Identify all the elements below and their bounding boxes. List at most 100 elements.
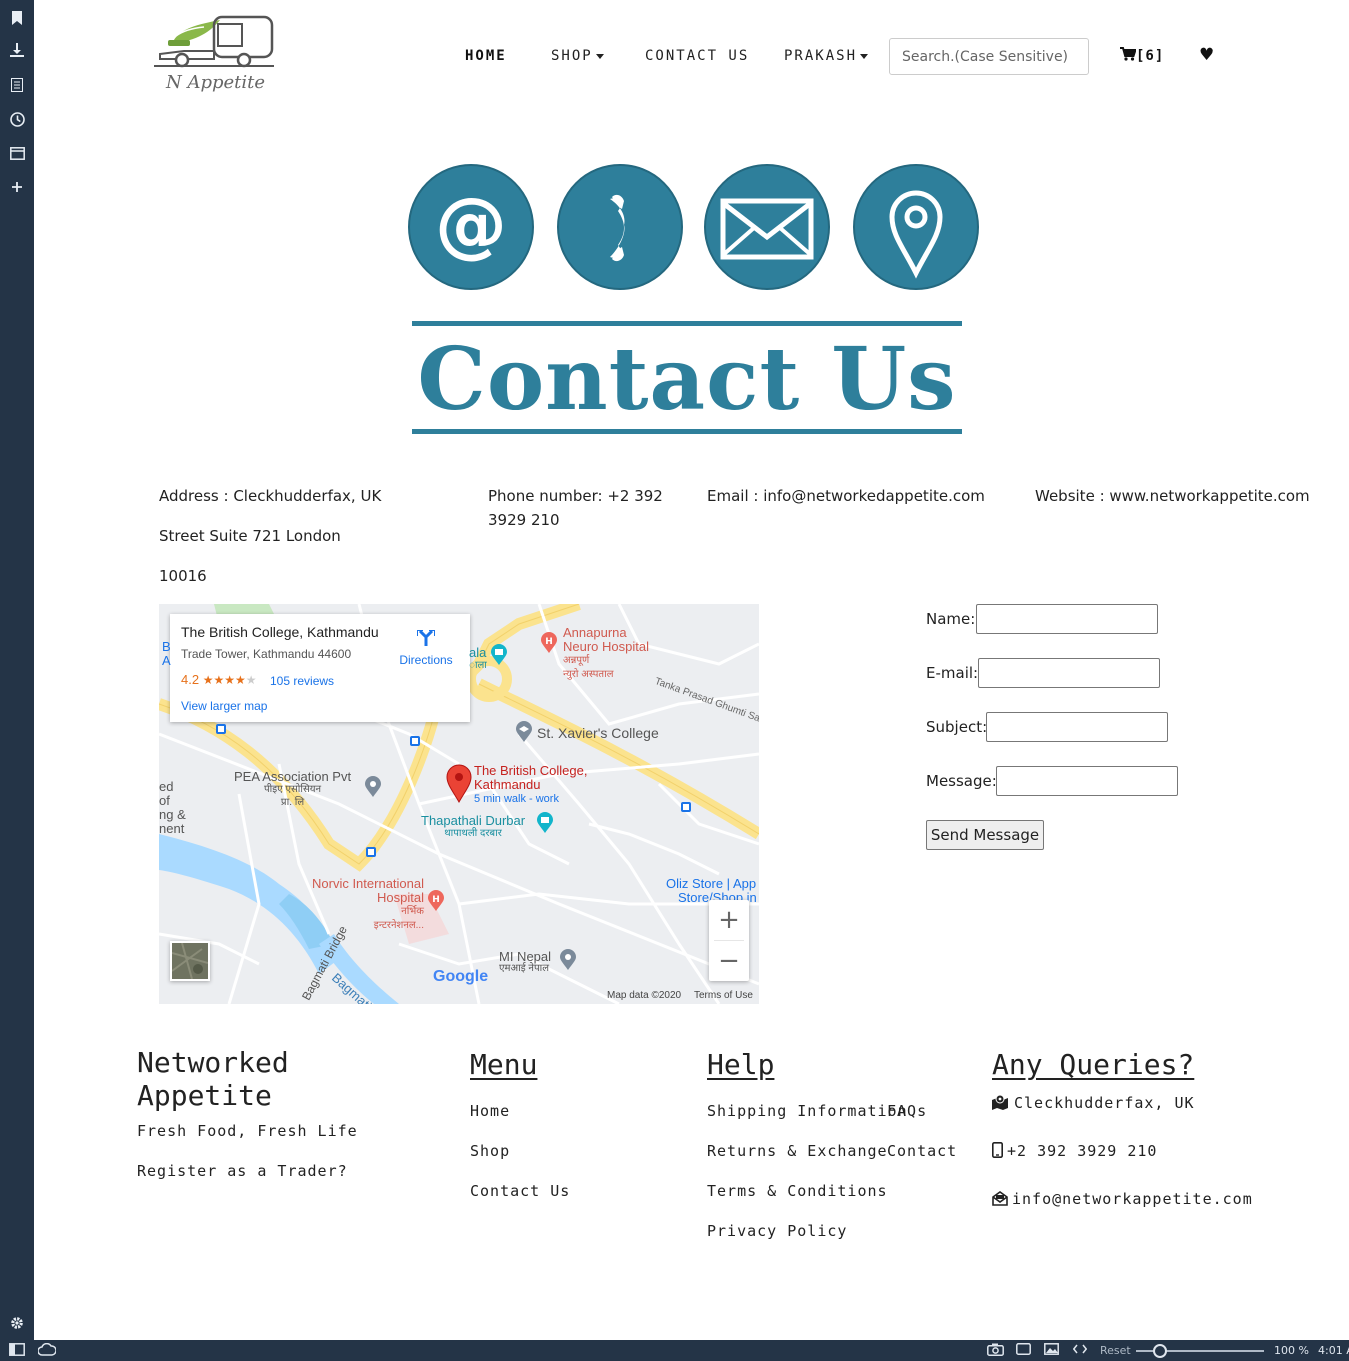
send-message-button[interactable]: Send Message bbox=[926, 820, 1044, 850]
message-input[interactable] bbox=[996, 766, 1178, 796]
nav-shop[interactable]: SHOP bbox=[551, 48, 604, 64]
footer-help-privacy[interactable]: Privacy Policy bbox=[707, 1222, 847, 1240]
history-icon[interactable] bbox=[0, 107, 34, 131]
add-icon[interactable] bbox=[0, 175, 34, 199]
label-norvic-line-3: नर्भिक bbox=[401, 906, 424, 917]
image-toggle-icon[interactable] bbox=[1044, 1343, 1059, 1358]
label-pea: PEA Association Pvt पीइए एसोसियन प्रा. ल… bbox=[234, 770, 351, 809]
website-info: Website : www.networkappetite.com bbox=[1035, 487, 1310, 505]
label-annapurna-line-2: Neuro Hospital bbox=[563, 639, 649, 654]
zoom-slider-handle[interactable] bbox=[1153, 1344, 1167, 1358]
footer-queries-title: Any Queries? bbox=[992, 1048, 1195, 1081]
register-trader-link[interactable]: Register as a Trader? bbox=[137, 1162, 348, 1180]
bus-stop-icon bbox=[410, 736, 420, 746]
footer-help-faqs[interactable]: FAQs bbox=[887, 1102, 927, 1120]
bookmark-icon[interactable] bbox=[0, 6, 34, 30]
satellite-toggle[interactable] bbox=[170, 941, 210, 981]
nav-home[interactable]: HOME bbox=[465, 48, 507, 64]
nav-shop-label: SHOP bbox=[551, 48, 593, 64]
footer-brand-line-1: Networked bbox=[137, 1046, 289, 1079]
label-left-line-3: ng & bbox=[159, 807, 186, 822]
place-info-card: The British College, Kathmandu Trade Tow… bbox=[170, 614, 470, 722]
logo-text: N Appetite bbox=[166, 72, 266, 93]
nav-user-menu[interactable]: PRAKASH bbox=[784, 48, 869, 64]
label-pea-line-2: पीइए एसोसियन bbox=[264, 784, 322, 795]
download-icon[interactable] bbox=[0, 38, 34, 62]
camera-icon[interactable] bbox=[987, 1343, 1004, 1358]
zoom-in-button[interactable]: + bbox=[709, 900, 749, 940]
window-mode-icon[interactable] bbox=[1016, 1343, 1031, 1358]
label-ala-line-2: ाला bbox=[469, 660, 487, 671]
subject-input[interactable] bbox=[986, 712, 1168, 742]
label-left-a: A bbox=[162, 653, 171, 668]
mobile-phone-icon bbox=[992, 1142, 1003, 1158]
terms-of-use-link[interactable]: Terms of Use bbox=[694, 990, 753, 1001]
settings-icon[interactable] bbox=[0, 1311, 34, 1335]
red-map-pin-icon[interactable] bbox=[444, 764, 474, 804]
caret-down-icon bbox=[595, 53, 604, 59]
zoom-level: 100 % bbox=[1274, 1344, 1309, 1357]
zoom-control: + − bbox=[709, 900, 749, 981]
footer-query-address-text: Cleckhudderfax, UK bbox=[1014, 1094, 1195, 1112]
message-label: Message: bbox=[926, 772, 997, 790]
label-norvic: Norvic International Hospital नर्भिक इन्… bbox=[302, 877, 424, 933]
search-input[interactable] bbox=[889, 38, 1089, 75]
subject-label: Subject: bbox=[926, 718, 988, 736]
cart-icon bbox=[1120, 47, 1137, 61]
landmark-pin-icon-2 bbox=[537, 812, 553, 833]
footer-menu-shop[interactable]: Shop bbox=[470, 1142, 510, 1160]
google-map[interactable]: The British College, Kathmandu Trade Tow… bbox=[159, 604, 759, 1004]
landmark-pin-icon bbox=[491, 644, 507, 665]
footer-help-shipping[interactable]: Shipping Information bbox=[707, 1102, 908, 1120]
cart-count: [6] bbox=[1136, 48, 1165, 64]
footer-help-terms[interactable]: Terms & Conditions bbox=[707, 1182, 888, 1200]
place-address: Trade Tower, Kathmandu 44600 bbox=[181, 647, 352, 661]
phone-line-2: 3929 210 bbox=[488, 511, 560, 529]
footer-query-phone-text: +2 392 3929 210 bbox=[1007, 1142, 1158, 1160]
panel-toggle-icon[interactable] bbox=[9, 1343, 25, 1358]
name-input[interactable] bbox=[976, 604, 1158, 634]
label-annapurna-line-4: न्युरो अस्पताल bbox=[563, 669, 614, 680]
envelope-open-icon bbox=[992, 1191, 1008, 1206]
caret-down-icon bbox=[860, 53, 869, 59]
notes-icon[interactable] bbox=[0, 73, 34, 97]
wishlist-heart-icon[interactable]: ♥ bbox=[1199, 45, 1214, 65]
label-left-edge: ed of ng & nent bbox=[159, 780, 186, 836]
title-divider-bottom bbox=[412, 429, 962, 434]
footer-menu-contact[interactable]: Contact Us bbox=[470, 1182, 570, 1200]
footer-help-title: Help bbox=[707, 1048, 775, 1081]
cloud-sync-icon[interactable] bbox=[37, 1342, 57, 1358]
rating-value: 4.2 bbox=[181, 672, 200, 687]
view-larger-map-link[interactable]: View larger map bbox=[181, 699, 267, 713]
label-norvic-line-1: Norvic International bbox=[312, 876, 424, 891]
nav-contact[interactable]: CONTACT US bbox=[645, 48, 749, 64]
page: N Appetite HOME SHOP CONTACT US PRAKASH … bbox=[0, 0, 1349, 1361]
logo[interactable]: N Appetite bbox=[154, 14, 278, 100]
footer-help-contact[interactable]: Contact bbox=[887, 1142, 957, 1160]
label-ala-line-1: ala bbox=[469, 645, 487, 660]
footer-query-phone: +2 392 3929 210 bbox=[992, 1142, 1157, 1160]
footer-help-returns[interactable]: Returns & Exchange bbox=[707, 1142, 888, 1160]
zoom-out-button[interactable]: − bbox=[709, 941, 749, 981]
reviews-link[interactable]: 105 reviews bbox=[270, 674, 334, 688]
directions-button[interactable]: Directions bbox=[396, 628, 456, 667]
page-title: Contact Us bbox=[417, 329, 957, 430]
nav-user-label: PRAKASH bbox=[784, 48, 858, 64]
label-pea-line-1: PEA Association Pvt bbox=[234, 769, 352, 784]
cart-button[interactable]: [6] bbox=[1120, 47, 1164, 64]
business-pin-icon bbox=[365, 776, 381, 797]
code-icon[interactable] bbox=[1072, 1343, 1088, 1358]
label-thapathali-line-2: थापाथली दरबार bbox=[444, 828, 502, 839]
rating-stars: ★★★★ bbox=[202, 673, 246, 687]
email-input[interactable] bbox=[978, 658, 1160, 688]
zoom-reset-button[interactable]: Reset bbox=[1100, 1343, 1131, 1358]
label-annapurna-line-3: अन्नपूर्ण bbox=[563, 655, 590, 666]
title-divider-top bbox=[412, 321, 962, 326]
svg-text:H: H bbox=[545, 637, 553, 647]
google-logo: Google bbox=[433, 968, 489, 985]
footer-menu-home[interactable]: Home bbox=[470, 1102, 510, 1120]
svg-text:@: @ bbox=[435, 182, 507, 266]
label-norvic-line-2: Hospital bbox=[377, 890, 424, 905]
bus-stop-icon bbox=[681, 802, 691, 812]
window-icon[interactable] bbox=[0, 141, 34, 165]
